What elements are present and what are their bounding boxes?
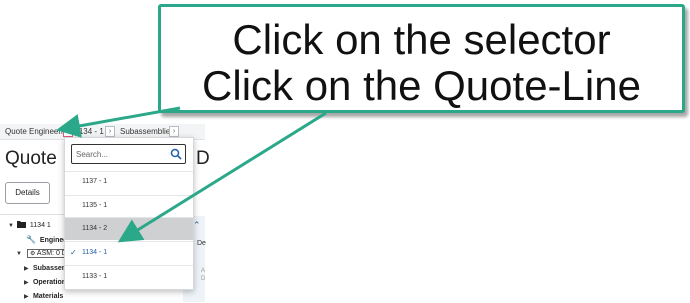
- tree-operations-row[interactable]: ▶ Operation: [24, 279, 66, 286]
- callout-line-1: Click on the selector: [232, 16, 611, 63]
- page-title: Quote: [5, 148, 57, 169]
- tree-materials-row[interactable]: ▶ Materials: [24, 293, 63, 300]
- dropdown-item-1134-1[interactable]: ✓ 1134 - 1: [65, 242, 193, 264]
- breadcrumb-subassemblies[interactable]: Subassemblies: [120, 127, 174, 136]
- breadcrumb-next-icon[interactable]: ›: [105, 126, 115, 137]
- dropdown-item-1135-1[interactable]: 1135 - 1: [65, 195, 193, 217]
- tree-operations-label: Operation: [32, 279, 67, 286]
- checkmark-icon: ✓: [70, 248, 77, 257]
- quote-line-selector-button[interactable]: ⌄: [63, 126, 73, 137]
- collapse-toggle-icon[interactable]: ▶: [24, 293, 31, 300]
- dropdown-item-label: 1133 - 1: [82, 273, 108, 280]
- chevron-up-icon[interactable]: ⌃: [193, 220, 201, 231]
- tree-asm-row[interactable]: ▼ ⚙ ASM: 0 D: [16, 249, 70, 258]
- search-input[interactable]: [76, 147, 166, 161]
- tree-root-row[interactable]: ▼ 1134 1: [8, 221, 51, 229]
- tree-engineer-row[interactable]: 🔧 Enginee: [26, 235, 67, 244]
- wrench-icon: 🔧: [26, 235, 36, 244]
- details-button[interactable]: Details: [5, 182, 50, 204]
- collapse-toggle-icon[interactable]: ▶: [24, 265, 31, 272]
- instruction-callout: Click on the selector Click on the Quote…: [158, 4, 685, 113]
- dropdown-item-1133-1[interactable]: 1133 - 1: [65, 266, 193, 288]
- panel-label-a: A: [201, 268, 206, 274]
- tree-asm-label: ASM: 0 D: [36, 250, 67, 257]
- dropdown-item-label: 1137 - 1: [82, 178, 108, 185]
- tree-materials-label: Materials: [32, 293, 64, 300]
- dropdown-item-label: 1135 - 1: [82, 202, 108, 209]
- breadcrumb-section-chevron-icon[interactable]: ›: [169, 126, 179, 137]
- page-title-suffix: D: [196, 148, 210, 169]
- quote-line-dropdown: 1137 - 1 1135 - 1 1134 - 2 ✓ 1134 - 1 11…: [64, 137, 194, 290]
- breadcrumb-root[interactable]: Quote Engineering: [5, 127, 72, 136]
- search-box: [71, 144, 186, 164]
- folder-icon: [16, 221, 26, 228]
- expand-toggle-icon[interactable]: ▼: [16, 251, 23, 257]
- dropdown-item-1134-2[interactable]: 1134 - 2: [65, 218, 193, 240]
- panel-label-d: D: [201, 276, 206, 282]
- tree-root-label: 1134 1: [29, 222, 51, 229]
- breadcrumb-current-quote-line[interactable]: 1134 - 1: [75, 127, 104, 136]
- panel-label-de: De: [197, 240, 206, 247]
- callout-line-2: Click on the Quote-Line: [202, 62, 641, 109]
- assembly-icon: ⚙: [29, 251, 36, 257]
- tree-subassemblies-label: Subassem: [32, 265, 68, 272]
- tree-subassemblies-row[interactable]: ▶ Subassem: [24, 265, 68, 272]
- expand-toggle-icon[interactable]: ▼: [8, 223, 15, 229]
- dropdown-item-label: 1134 - 2: [82, 225, 108, 232]
- dropdown-item-1137-1[interactable]: 1137 - 1: [65, 171, 193, 193]
- collapse-toggle-icon[interactable]: ▶: [24, 279, 31, 286]
- dropdown-item-label: 1134 - 1: [82, 249, 108, 256]
- search-icon[interactable]: [170, 148, 182, 160]
